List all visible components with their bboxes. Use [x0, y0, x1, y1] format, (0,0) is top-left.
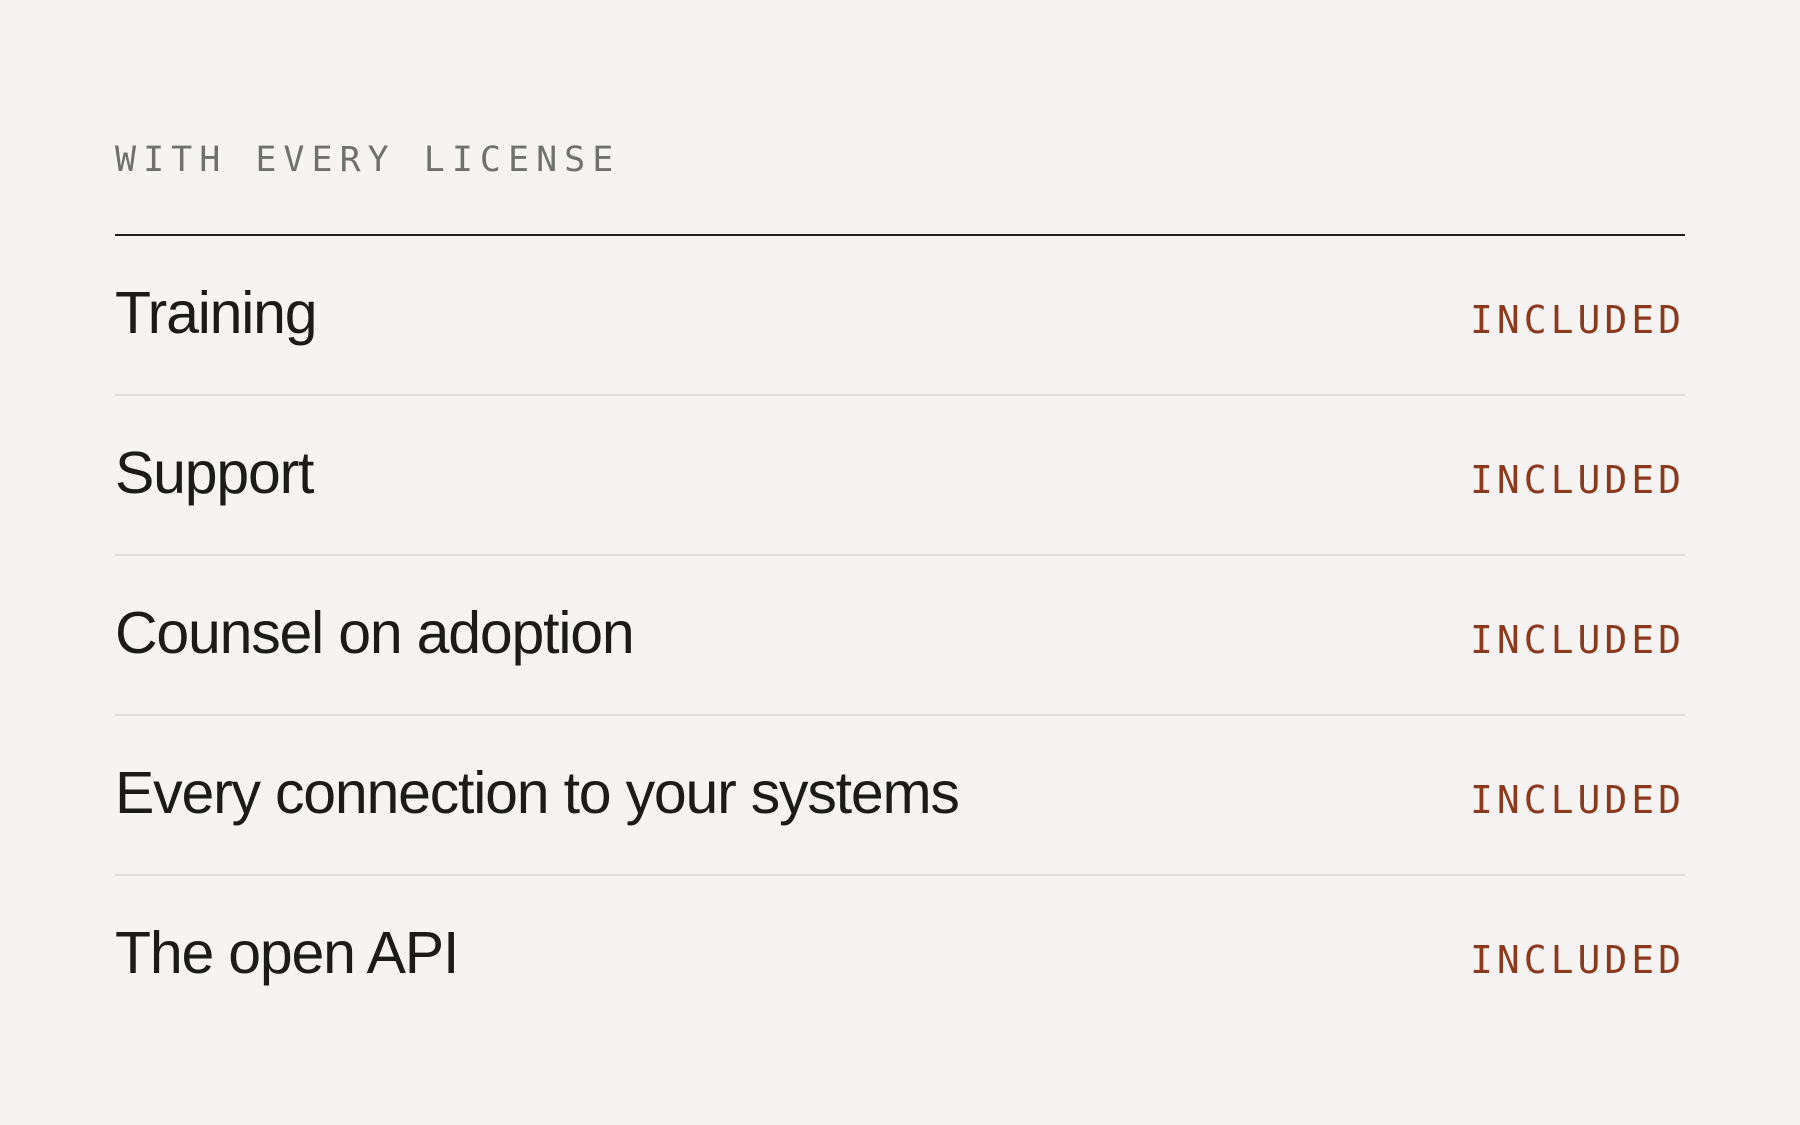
feature-status-system-connections: INCLUDED	[1469, 778, 1685, 822]
feature-row-support: Support INCLUDED	[115, 396, 1685, 556]
feature-name-counsel-on-adoption: Counsel on adoption	[115, 600, 635, 666]
section-eyebrow: WITH EVERY LICENSE	[115, 140, 621, 180]
feature-status-counsel-on-adoption: INCLUDED	[1469, 618, 1685, 662]
feature-name-system-connections: Every connection to your systems	[115, 760, 960, 826]
feature-status-open-api: INCLUDED	[1469, 938, 1685, 982]
feature-row-open-api: The open API INCLUDED	[115, 876, 1685, 1036]
feature-row-counsel-on-adoption: Counsel on adoption INCLUDED	[115, 556, 1685, 716]
feature-status-training: INCLUDED	[1469, 298, 1685, 342]
feature-name-training: Training	[115, 280, 318, 346]
feature-name-open-api: The open API	[115, 920, 459, 986]
feature-row-system-connections: Every connection to your systems INCLUDE…	[115, 716, 1685, 876]
feature-row-training: Training INCLUDED	[115, 236, 1685, 396]
feature-name-support: Support	[115, 440, 314, 506]
feature-status-support: INCLUDED	[1469, 458, 1685, 502]
feature-list: Training INCLUDED Support INCLUDED Couns…	[115, 236, 1685, 1036]
